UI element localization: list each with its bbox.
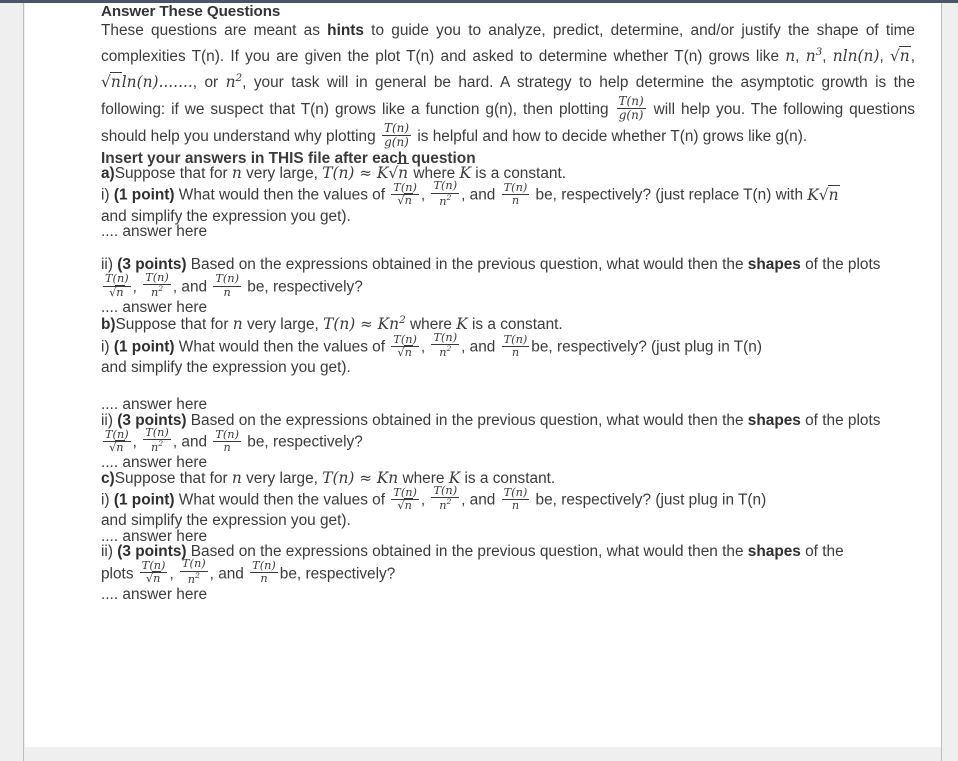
- part-b-statement: b)Suppose that for n very large, T(n) ≈ …: [101, 314, 563, 334]
- part-c-i-points: (1 point): [113, 491, 175, 509]
- fraction-T-over-n-squared: T(n) n2: [431, 330, 460, 359]
- math-n-cubed: n3: [805, 46, 823, 66]
- part-a-formula: T(n) ≈ K√n: [322, 163, 410, 183]
- part-b-letter: b): [101, 316, 116, 334]
- fraction-T-over-sqrt-n: T(n) √n: [391, 485, 419, 513]
- part-c-ii-points: (3 points): [117, 543, 187, 561]
- fraction-T-over-g-2: T(n) g(n): [381, 121, 412, 150]
- document-right-gutter: [941, 3, 958, 761]
- intro-seg1: These questions are meant as: [101, 22, 328, 40]
- part-c-letter: c): [101, 469, 115, 487]
- part-b-i-simplify-note: and simplify the expression you get).: [101, 359, 351, 377]
- part-b-ii-shapes: shapes: [747, 411, 801, 429]
- part-b-item-i: i) (1 point) What would then the values …: [101, 330, 762, 359]
- part-a-ii-fractions: T(n) √n, T(n) n2, and T(n) n be, respective…: [103, 270, 363, 299]
- fraction-T-over-n-squared: T(n) n2: [431, 179, 460, 208]
- intro-seg3: , or: [192, 74, 226, 92]
- fraction-T-over-n: T(n) n: [213, 272, 241, 299]
- intro-hints-bold: hints: [327, 22, 364, 40]
- part-b-ii-fractions: T(n) √n, T(n) n2, and T(n) n be, respective…: [103, 426, 363, 455]
- fraction-T-over-sqrt-n: T(n) √n: [103, 427, 131, 455]
- intro-comma3: ,: [879, 48, 890, 66]
- part-b-ii-answer[interactable]: .... answer here: [101, 455, 915, 471]
- part-c-i-answer[interactable]: .... answer here: [101, 528, 915, 544]
- fraction-T-over-n: T(n) n: [501, 485, 530, 513]
- fraction-T-over-n: T(n) n: [213, 427, 241, 455]
- part-a-i-simplify-note: and simplify the expression you get).: [101, 207, 351, 225]
- part-c-item-i: i) (1 point) What would then the values …: [101, 484, 767, 513]
- part-a-letter: a): [101, 165, 115, 183]
- fraction-T-over-n: T(n) n: [250, 559, 278, 586]
- fraction-T-over-sqrt-n: T(n) √n: [391, 332, 419, 359]
- math-sqrt-n-lnn: √nln(n): [101, 72, 159, 92]
- part-c-i-simplify-note: and simplify the expression you get).: [101, 512, 351, 530]
- fraction-T-over-n-squared: T(n) n2: [180, 557, 208, 586]
- intro-comma1: ,: [795, 48, 806, 66]
- intro-ellipsis: .......: [158, 73, 193, 92]
- part-b-i-answer[interactable]: .... answer here: [101, 397, 915, 413]
- part-b-formula: T(n) ≈ Kn2: [323, 314, 406, 334]
- page-title: Answer These Questions: [101, 3, 281, 20]
- part-a-item-i: i) (1 point) What would then the values …: [101, 179, 840, 208]
- part-a-item-ii: ii) (3 points) Based on the expressions …: [101, 256, 881, 274]
- fraction-T-over-n: T(n) n: [501, 181, 530, 208]
- fraction-T-over-sqrt-n: T(n) √n: [139, 559, 168, 586]
- fraction-T-over-n-squared: T(n) n2: [143, 426, 171, 455]
- part-c-ii-plots-word: plots: [101, 565, 138, 583]
- fraction-T-over-sqrt-n: T(n) √n: [103, 272, 131, 299]
- fraction-T-over-n-squared: T(n) n2: [431, 484, 460, 513]
- fraction-T-over-g: T(n) g(n): [616, 94, 646, 123]
- part-c-item-ii: ii) (3 points) Based on the expressions …: [101, 543, 844, 561]
- fraction-T-over-n-squared: T(n) n2: [143, 270, 171, 299]
- part-c-ii-answer[interactable]: .... answer here: [101, 586, 915, 602]
- part-b-item-ii: ii) (3 points) Based on the expressions …: [101, 411, 881, 429]
- part-a-i-answer[interactable]: .... answer here: [101, 224, 915, 240]
- part-c-ii-fractions: plots T(n) √n, T(n) n2, and T(n) n be, respe…: [101, 557, 396, 586]
- intro-seg6: is helpful and how to decide whether T(n…: [413, 128, 808, 146]
- part-a-ii-shapes: shapes: [747, 256, 801, 274]
- part-a-i-points: (1 point): [113, 186, 175, 204]
- document-page: Answer These Questions These questions a…: [25, 3, 941, 747]
- intro-comma4: ,: [910, 48, 915, 66]
- math-n: n: [785, 47, 796, 66]
- document-left-gutter: [0, 3, 24, 761]
- math-nlnn: nln(n): [832, 47, 880, 66]
- math-sqrt-n: √n: [889, 46, 911, 66]
- fraction-T-over-n: T(n) n: [501, 332, 530, 359]
- part-c-statement: c)Suppose that for n very large, T(n) ≈ …: [101, 468, 556, 487]
- fraction-T-over-sqrt-n: T(n) √n: [391, 181, 419, 208]
- insert-answers-note: Insert your answers in THIS file after e…: [101, 149, 476, 167]
- screenshot-root: Answer These Questions These questions a…: [0, 0, 958, 761]
- part-b-i-points: (1 point): [113, 338, 175, 356]
- part-a-statement: a)Suppose that for n very large, T(n) ≈ …: [101, 163, 566, 183]
- math-n-squared: n2: [225, 72, 243, 92]
- intro-comma2: ,: [822, 48, 833, 66]
- part-a-ii-answer[interactable]: .... answer here: [101, 300, 915, 316]
- part-c-ii-shapes: shapes: [747, 543, 801, 561]
- intro-paragraph: These questions are meant as hints to gu…: [101, 19, 915, 150]
- part-c-formula: T(n) ≈ Kn: [322, 468, 399, 487]
